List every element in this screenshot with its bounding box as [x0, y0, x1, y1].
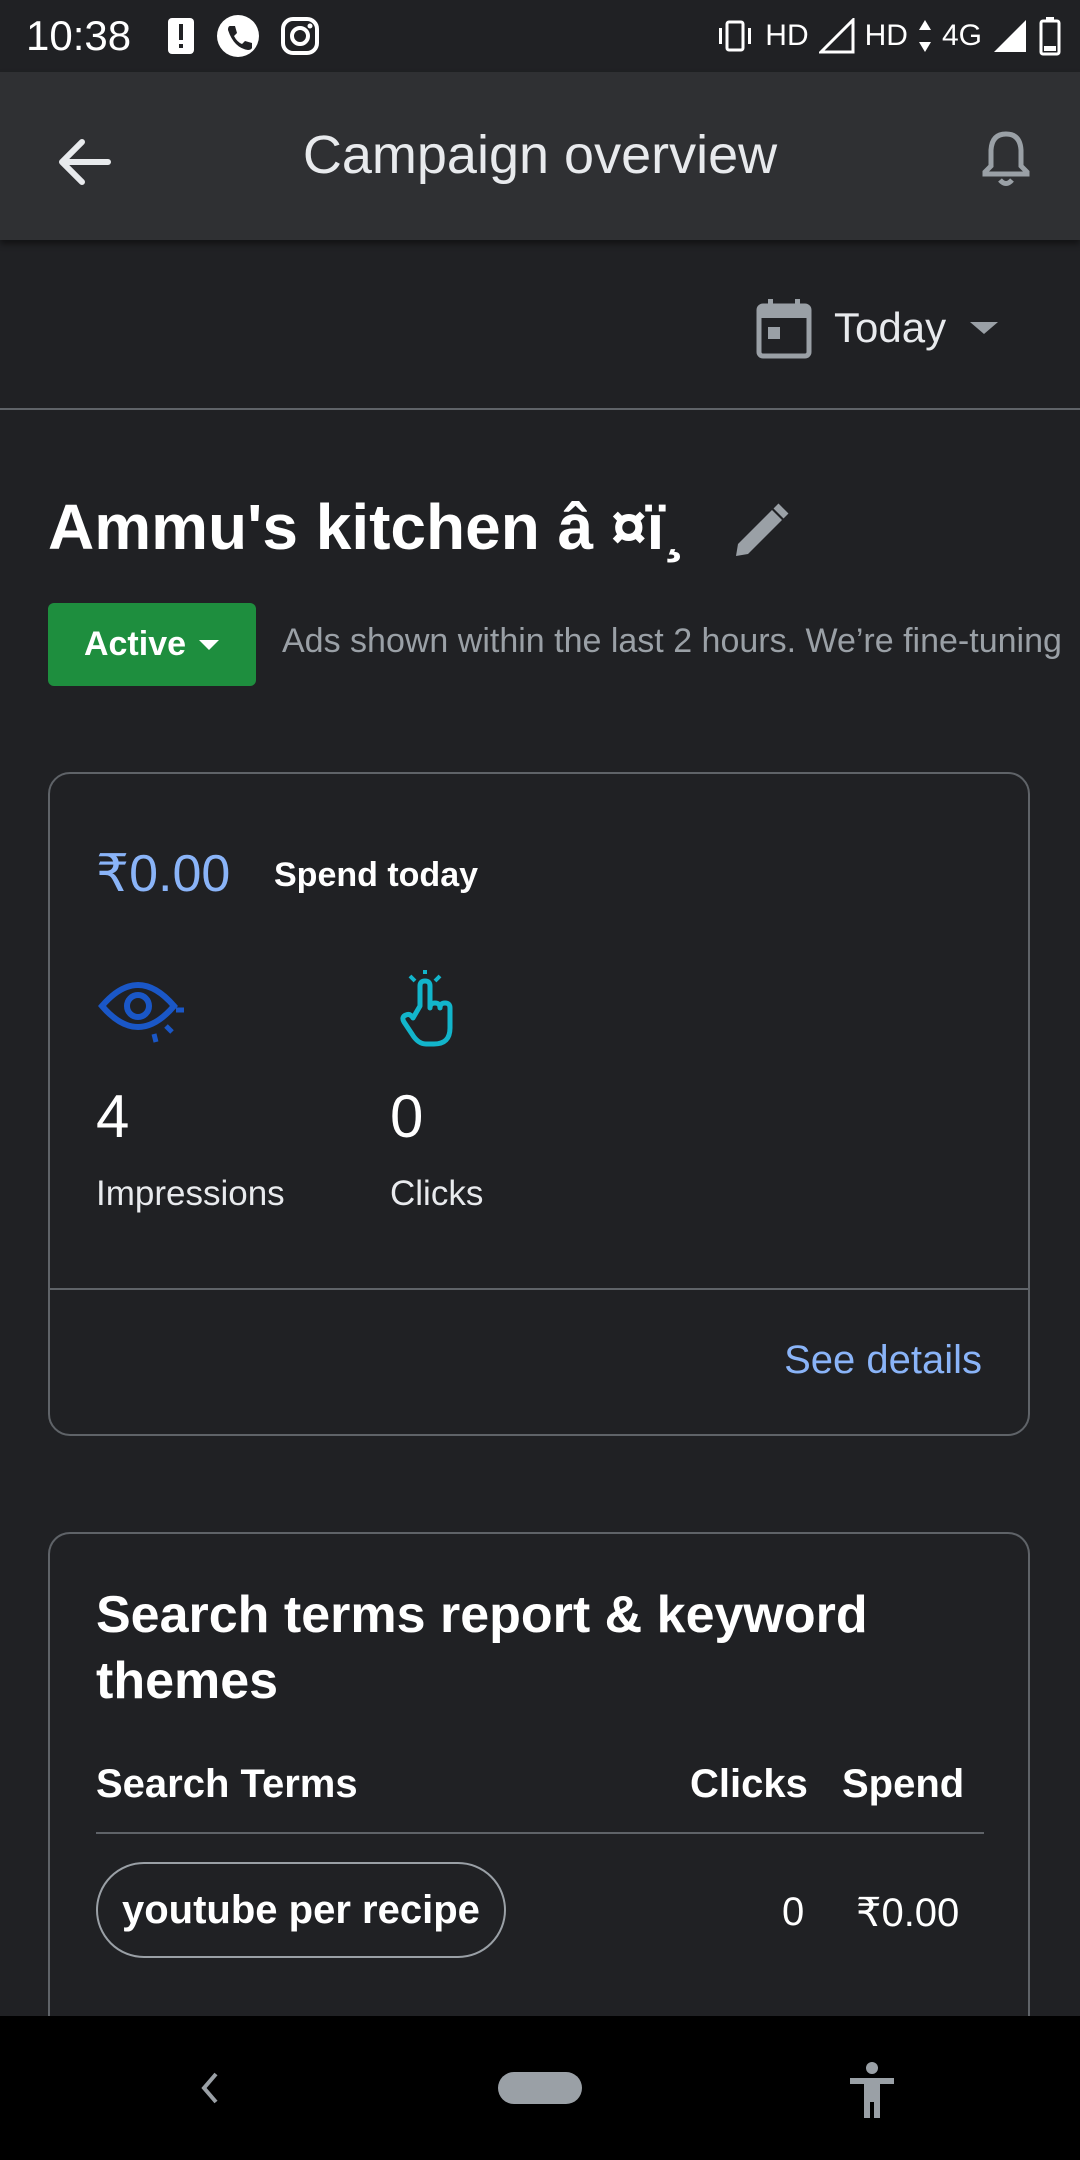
status-note: Ads shown within the last 2 hours. We’re… [282, 622, 1062, 660]
phone-call-icon [217, 15, 259, 57]
clicks-value: 0 [390, 1083, 424, 1150]
nav-home-button[interactable] [498, 2072, 582, 2104]
status-time: 10:38 [26, 12, 132, 59]
eye-icon [96, 970, 186, 1050]
campaign-status-label: Active [83, 625, 187, 663]
hd-label-2: HD [864, 19, 908, 52]
status-bar: 10:38 HD HD 4G [0, 0, 1080, 72]
see-details-link[interactable]: See details [784, 1338, 982, 1383]
accessibility-button[interactable] [844, 2060, 900, 2120]
column-header-search-terms: Search Terms [96, 1762, 358, 1806]
edit-campaign-button[interactable] [728, 500, 792, 564]
campaign-name: Ammu's kitchen â ¤ï¸ [48, 491, 686, 563]
alert-icon [168, 18, 194, 54]
notifications-button[interactable] [970, 122, 1042, 194]
calendar-icon [756, 299, 812, 359]
tap-icon [390, 970, 480, 1050]
pencil-icon [736, 503, 789, 556]
spend-value: ₹0.00 [96, 845, 231, 903]
table-divider [96, 1832, 984, 1834]
chevron-down-icon [199, 639, 220, 650]
clicks-label: Clicks [390, 1174, 484, 1213]
impressions-value: 4 [96, 1083, 130, 1150]
date-filter-row: Today [0, 240, 1080, 410]
impressions-label: Impressions [96, 1174, 285, 1213]
network-type-label: 4G [941, 19, 982, 52]
notification-icons [166, 14, 320, 58]
vibrate-icon [719, 20, 752, 52]
date-range-selector[interactable]: Today [756, 290, 1000, 366]
accessibility-icon [850, 2062, 894, 2118]
bell-icon [982, 131, 1030, 186]
card-divider [50, 1288, 1028, 1290]
system-status-icons: HD HD 4G [715, 12, 1062, 60]
column-header-spend: Spend [842, 1762, 965, 1806]
search-terms-card: Search terms report & keyword themes Sea… [48, 1532, 1030, 2052]
row-clicks-value: 0 [782, 1890, 805, 1934]
signal-icon [818, 18, 855, 54]
column-header-clicks: Clicks [690, 1762, 808, 1806]
data-arrows-icon [918, 20, 931, 52]
search-term-chip[interactable]: youtube per recipe [96, 1862, 506, 1958]
system-navigation-bar [0, 2016, 1080, 2160]
instagram-icon [281, 17, 319, 55]
performance-summary-card: ₹0.00 Spend today 4 Impressions 0 Clicks… [48, 772, 1030, 1436]
report-title: Search terms report & keyword themes [96, 1586, 868, 1710]
hd-label-1: HD [765, 19, 809, 52]
signal-full-icon [994, 20, 1026, 52]
nav-back-icon [201, 2072, 218, 2104]
app-bar: Campaign overview [0, 72, 1080, 240]
nav-back-button[interactable] [186, 2058, 234, 2118]
page-title: Campaign overview [302, 125, 778, 185]
dropdown-arrow-icon [970, 322, 999, 334]
campaign-status-dropdown[interactable]: Active [48, 603, 256, 686]
spend-label: Spend today [274, 856, 479, 894]
row-spend-value: ₹0.00 [856, 1891, 960, 1935]
date-range-label: Today [834, 304, 947, 351]
battery-icon [1039, 17, 1061, 56]
